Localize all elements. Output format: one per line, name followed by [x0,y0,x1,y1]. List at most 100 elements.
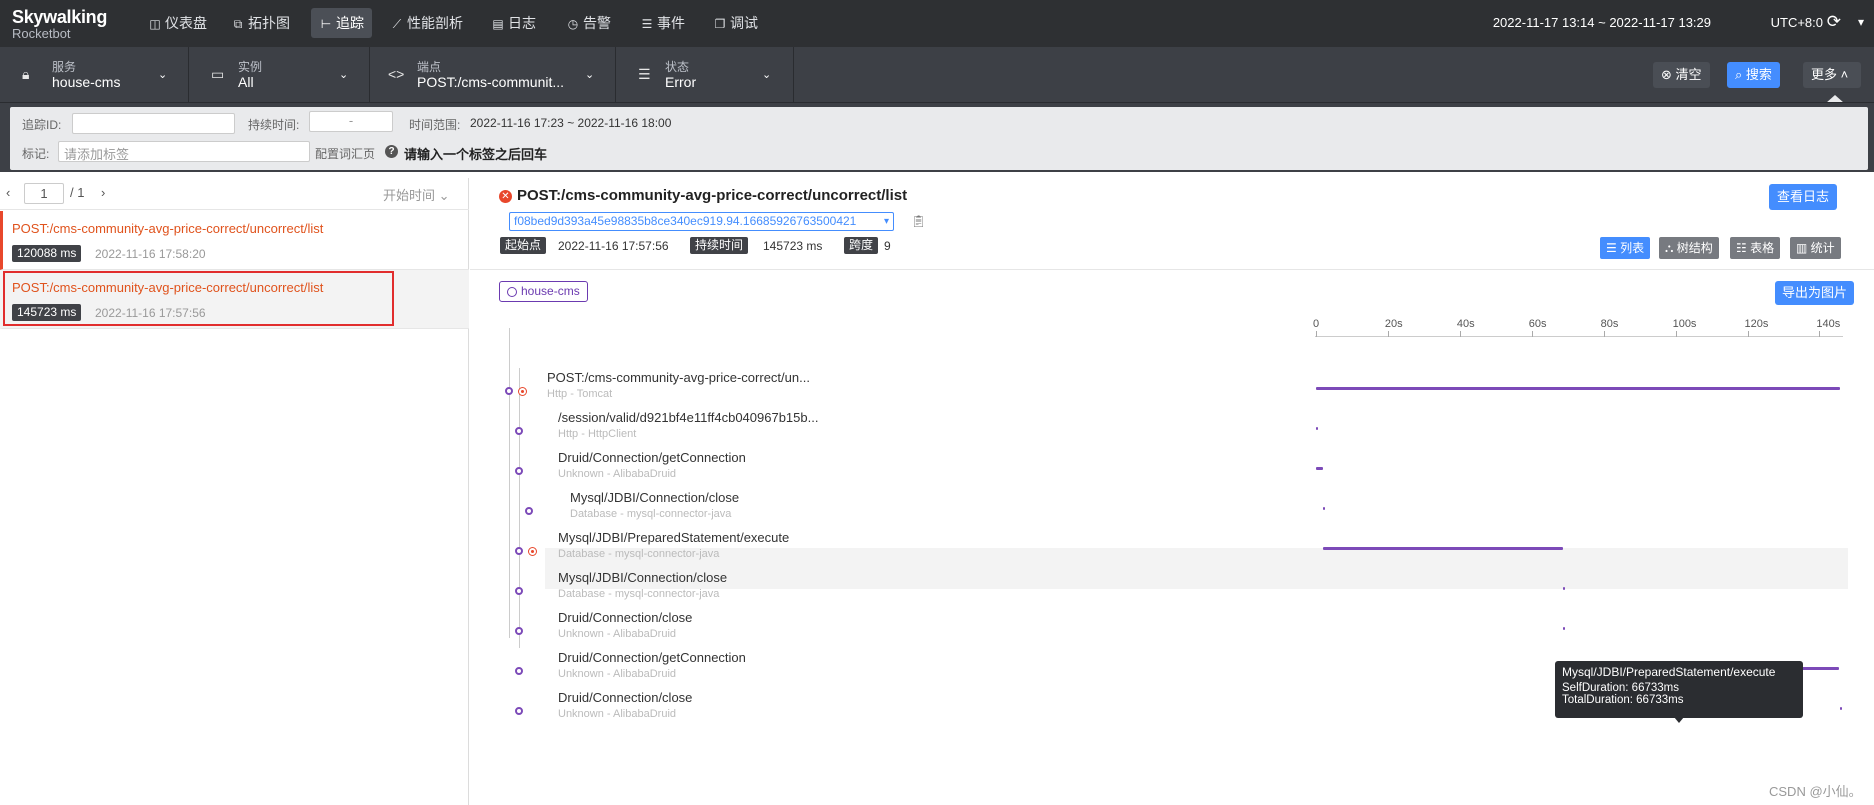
reload-icon[interactable]: ⟳ [1827,12,1841,32]
lock-icon: 🔒︎ [22,66,30,82]
span-node-icon[interactable] [515,707,523,715]
span-name[interactable]: /session/valid/d921bf4e11ff4cb040967b15b… [558,410,818,425]
pagination: ‹ 1 / 1 › 开始时间 ⌄ [0,178,469,210]
sort-select[interactable]: 开始时间 ⌄ [383,185,450,204]
more-button[interactable]: 更多 ˄ [1803,62,1861,88]
span-name[interactable]: Druid/Connection/getConnection [558,450,746,465]
clipboard-icon[interactable]: 📋︎ [911,214,926,228]
nav-profile[interactable]: ⟋ 性能剖析 [382,8,471,38]
span-name[interactable]: Mysql/JDBI/Connection/close [570,490,739,505]
span-component: Database - mysql-connector-java [558,548,720,560]
span-node-icon[interactable] [515,587,523,595]
endpoint-select-value: POST:/cms-communit... [417,74,565,90]
axis-tick-mark [1459,331,1461,337]
nav-topology[interactable]: ⧉ 拓扑图 [223,8,298,38]
watermark: CSDN @小仙。 [1769,784,1862,799]
skywalking-logo[interactable]: Skywalking Rocketbot [12,8,107,42]
axis-tick-mark [1747,331,1749,337]
clear-icon: ⊗ [1661,67,1676,82]
span-name[interactable]: POST:/cms-community-avg-price-correct/un… [547,370,810,385]
span-node-icon[interactable] [515,547,523,555]
view-log-button[interactable]: 查看日志 [1769,184,1838,210]
span-name[interactable]: Druid/Connection/close [558,690,692,705]
log-icon: ▤ [492,17,504,31]
span-name[interactable]: Druid/Connection/getConnection [558,650,746,665]
axis-tick-label: 100s [1672,318,1697,330]
chevron-right-icon[interactable]: › [101,185,105,200]
code-icon: <> [388,66,405,82]
nav-dashboard-label: 仪表盘 [165,15,207,31]
span-duration-bar[interactable] [1323,507,1326,510]
trace-list-panel: ‹ 1 / 1 › 开始时间 ⌄ POST:/cms-community-avg… [0,178,469,805]
chevron-left-icon[interactable]: ‹ [6,185,10,200]
span-node-icon[interactable] [515,427,523,435]
time-range-picker[interactable]: 2022-11-17 13:14 ~ 2022-11-17 13:29 [1493,15,1711,30]
view-tree-button[interactable]: ⛬ 树结构 [1659,237,1719,259]
span-name[interactable]: Mysql/JDBI/PreparedStatement/execute [558,530,789,545]
clear-button[interactable]: ⊗ 清空 [1653,62,1710,88]
nav-dashboard[interactable]: ◫ 仪表盘 [140,8,215,38]
search-icon: ⌕ [1735,67,1746,82]
trace-duration-badge: 120088 ms [12,245,82,262]
span-duration-bar[interactable] [1839,707,1842,710]
chevron-down-icon: ▾ [883,216,889,227]
trace-id-input[interactable] [72,113,235,134]
view-stats-button[interactable]: ▥ 统计 [1790,237,1841,259]
table-icon: ☷ [1736,241,1751,255]
span-name[interactable]: Druid/Connection/close [558,610,692,625]
span-name[interactable]: Mysql/JDBI/Connection/close [558,570,727,585]
service-select[interactable]: 🔒︎ 服务 house-cms ⌄ [0,47,189,102]
span-node-icon[interactable] [505,387,513,395]
bar-chart-icon: ▥ [1796,241,1811,255]
nav-alarm[interactable]: ◷ 告警 [558,8,619,38]
config-vocabulary-link[interactable]: 配置词汇页 [315,145,375,162]
axis-tick-label: 20s [1384,318,1403,330]
axis-tick-mark [1819,331,1821,337]
nav-event-label: 事件 [657,15,685,31]
nav-trace[interactable]: ⊢ 追踪 [311,8,372,38]
nav-trace-label: 追踪 [336,15,364,31]
tags-input[interactable]: 请添加标签 [58,141,310,162]
nav-debug[interactable]: ❐ 调试 [705,8,766,38]
view-list-button[interactable]: ☰ 列表 [1600,237,1651,259]
divider [470,269,1874,270]
nav-event[interactable]: ☰ 事件 [632,8,693,38]
help-icon[interactable]: ? [385,145,398,158]
export-image-button[interactable]: 导出为图片 [1775,281,1855,305]
span-node-icon[interactable] [525,507,533,515]
service-tag[interactable]: house-cms [499,281,588,302]
status-select[interactable]: ☰ 状态 Error ⌄ [616,47,794,102]
span-node-icon[interactable] [515,467,523,475]
span-duration-bar[interactable] [1323,547,1564,550]
endpoint-select[interactable]: <> 端点 POST:/cms-communit... ⌄ [370,47,616,102]
view-tree-label: 树结构 [1676,241,1713,255]
span-duration-bar[interactable] [1316,427,1318,430]
instance-select[interactable]: ▭ 实例 All ⌄ [189,47,370,102]
span-node-icon[interactable] [515,667,523,675]
tree-connector [519,368,520,648]
view-table-button[interactable]: ☷ 表格 [1730,237,1781,259]
span-duration-bar[interactable] [1563,627,1566,630]
span-duration-bar[interactable] [1316,467,1324,470]
trace-id-select[interactable]: f08bed9d393a45e98835b8ce340ec919.94.1668… [509,212,894,231]
logo-title: Skywalking [12,7,108,27]
duration-label: 持续时间 [690,237,749,254]
sort-select-label: 开始时间 [383,188,436,203]
event-icon: ☰ [641,17,653,31]
reload-dropdown-icon[interactable]: ▾ [1858,15,1864,29]
span-error-icon [518,387,527,396]
duration-input[interactable]: - [309,111,393,132]
list-icon: ☰ [1606,241,1621,255]
trace-list-item[interactable]: POST:/cms-community-avg-price-correct/un… [0,211,469,270]
nav-log[interactable]: ▤ 日志 [483,8,544,38]
span-duration-bar[interactable] [1316,387,1840,390]
page-input[interactable]: 1 [24,183,64,204]
logo-subtitle: Rocketbot [12,26,71,41]
span-count-label: 跨度 [844,237,879,254]
search-button[interactable]: ⌕ 搜索 [1727,62,1780,88]
timezone-label[interactable]: UTC+8:0 [1771,15,1823,30]
axis-tick-label: 40s [1456,318,1475,330]
span-node-icon[interactable] [515,627,523,635]
chevron-down-icon: ⌄ [435,188,450,203]
time-range-value[interactable]: 2022-11-16 17:23 ~ 2022-11-16 18:00 [470,116,671,130]
